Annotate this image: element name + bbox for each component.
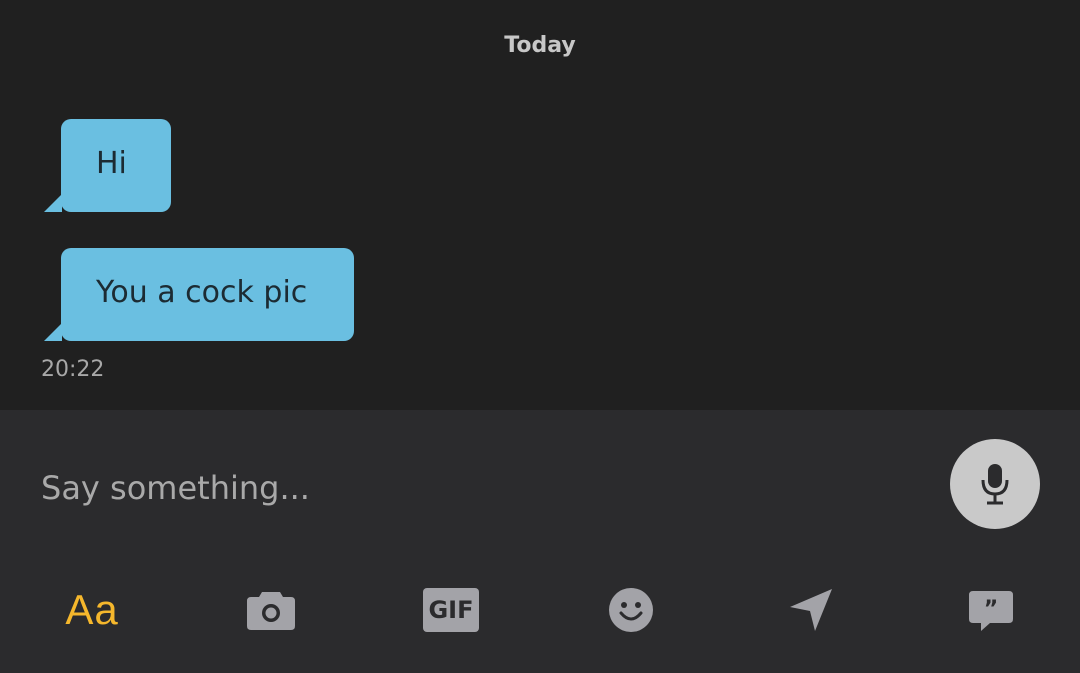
camera-button[interactable] [239,585,303,635]
saved-phrases-button[interactable]: ” [959,585,1023,635]
microphone-icon [981,464,1009,505]
svg-text:”: ” [984,597,998,622]
message-text: You a cock pic [96,275,308,310]
composer: Aa GIF [0,410,1080,673]
chat-area: Today Hi You a cock pic 20:22 [0,0,1080,410]
emoji-button[interactable] [599,585,663,635]
bubble-tail [44,194,62,212]
location-arrow-icon [790,589,832,631]
message-bubble[interactable]: You a cock pic [44,248,354,341]
send-location-button[interactable] [779,585,843,635]
composer-toolbar: Aa GIF ” [0,577,1080,647]
date-divider: Today [504,33,576,58]
text-style-label: Aa [65,586,119,633]
message-input[interactable] [41,466,901,510]
text-style-button[interactable]: Aa [60,585,124,635]
message-bubble[interactable]: Hi [44,119,171,212]
message-timestamp: 20:22 [41,357,105,382]
voice-message-button[interactable] [950,439,1040,529]
saved-phrases-icon: ” [969,591,1013,631]
gif-label: GIF [428,596,474,624]
message-text: Hi [96,146,127,181]
bubble-tail [44,323,62,341]
gif-button[interactable]: GIF [419,585,483,635]
gif-icon: GIF [423,588,479,632]
smiley-icon [609,588,653,632]
camera-icon [247,592,295,630]
